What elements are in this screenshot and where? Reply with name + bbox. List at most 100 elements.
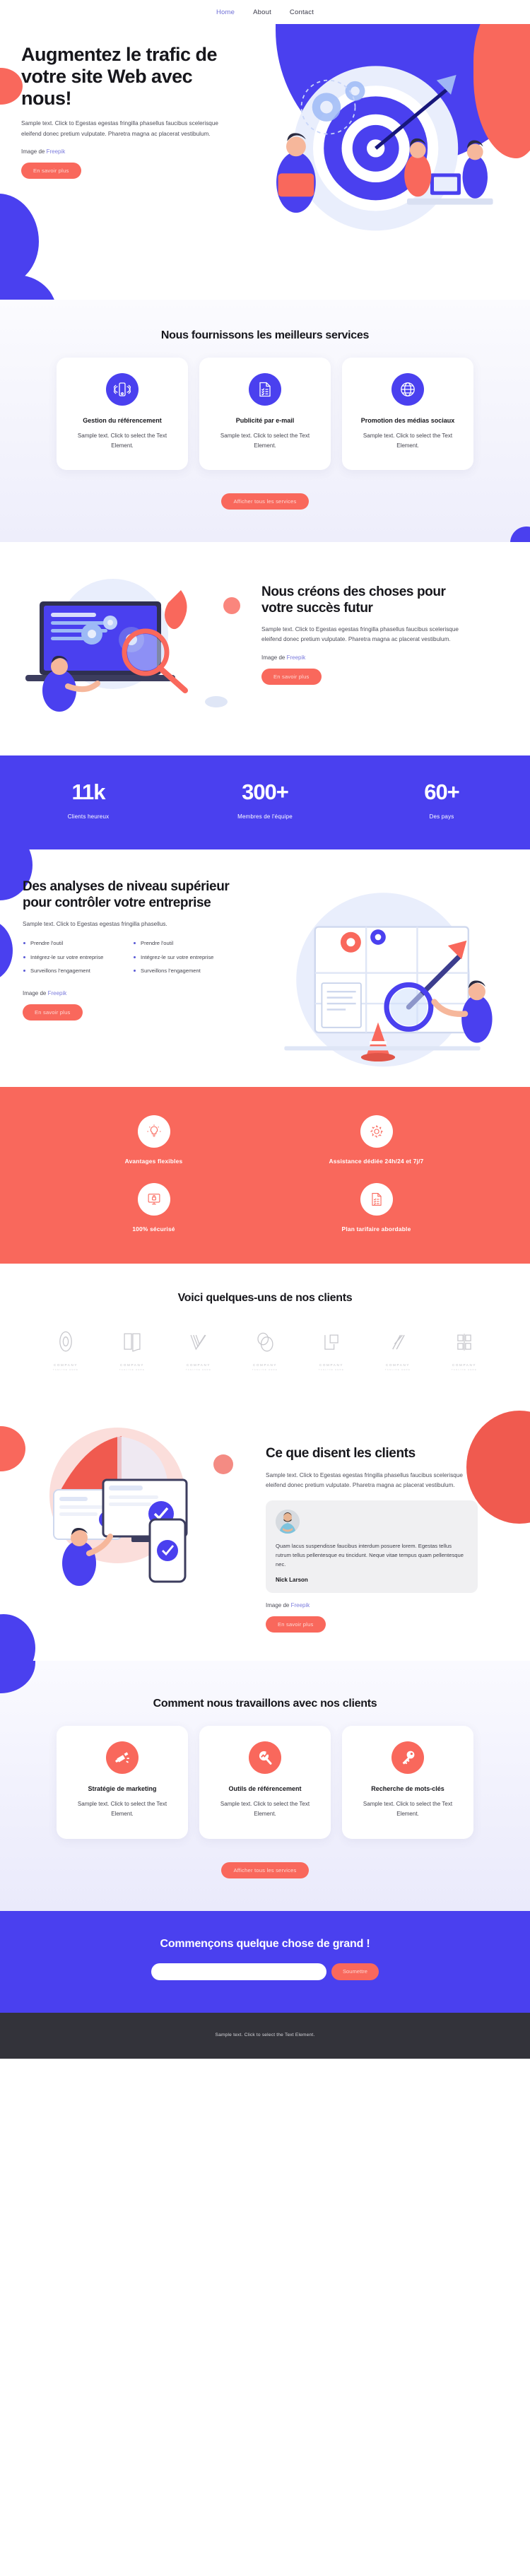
- testimonial-card: Quam lacus suspendisse faucibus interdum…: [266, 1500, 478, 1594]
- work-card-title: Stratégie de marketing: [88, 1785, 157, 1793]
- feature-label: Assistance dédiée 24h/24 et 7j/7: [329, 1158, 424, 1165]
- create-illustration: [7, 566, 261, 729]
- testimonials-credit-prefix: Image de: [266, 1602, 291, 1609]
- create-section: Nous créons des choses pour votre succès…: [0, 542, 530, 756]
- client-tagline: TAGLINE HERE: [451, 1368, 478, 1372]
- stat-item: 60+ Des pays: [353, 781, 530, 820]
- email-field[interactable]: [151, 1963, 326, 1980]
- hero-cta-button[interactable]: En savoir plus: [21, 162, 81, 179]
- client-logo: COMPANY TAGLINE HERE: [372, 1329, 423, 1371]
- analytics-title: Des analyses de niveau supérieur pour co…: [23, 879, 230, 910]
- logo-bracket-icon: [457, 1334, 471, 1351]
- service-card-title: Promotion des médias sociaux: [360, 417, 455, 424]
- submit-button[interactable]: Soumettre: [331, 1963, 379, 1980]
- client-name: COMPANY: [186, 1363, 211, 1368]
- nav-item-contact[interactable]: Contact: [290, 8, 314, 16]
- megaphone-icon: [106, 1741, 139, 1775]
- nav-item-about[interactable]: About: [253, 8, 271, 16]
- avatar-photo-icon: [276, 1510, 300, 1534]
- work-section: Comment nous travaillons avec nos client…: [0, 1661, 530, 1911]
- work-blue-blob: [0, 1661, 35, 1694]
- clients-section: Voici quelques-uns de nos clients COMPAN…: [0, 1264, 530, 1399]
- service-card-text: Sample text. Click to select the Text El…: [220, 433, 310, 449]
- avatar: [276, 1510, 300, 1534]
- service-card[interactable]: Gestion du référencement Sample text. Cl…: [57, 358, 188, 471]
- create-title: Nous créons des choses pour votre succès…: [261, 584, 446, 616]
- client-logos: COMPANY TAGLINE HERE COMPANY TAGLINE HER…: [0, 1329, 530, 1371]
- testimonials-title: Ce que disent les clients: [266, 1446, 416, 1462]
- client-tagline: TAGLINE HERE: [185, 1368, 212, 1372]
- analytics-cta-button[interactable]: En savoir plus: [23, 1004, 83, 1021]
- testimonials-credit: Image de Freepik: [266, 1602, 478, 1608]
- hero-illustration: [219, 48, 514, 231]
- stat-label: Des pays: [429, 813, 454, 821]
- features-section: Avantages flexibles Assistance dédiée 24…: [0, 1087, 530, 1264]
- hero-blue-blob-left-lower: [0, 275, 57, 300]
- client-name: COMPANY: [252, 1363, 278, 1368]
- testimonial-author: Nick Larson: [276, 1577, 308, 1584]
- analytics-paragraph: Sample text. Click to Egestas egestas fr…: [23, 921, 167, 927]
- work-card[interactable]: Recherche de mots-clés Sample text. Clic…: [342, 1726, 473, 1839]
- client-name: COMPANY: [452, 1363, 477, 1368]
- client-name: COMPANY: [385, 1363, 411, 1368]
- analytics-bullets: Prendre l'outil Intégrez-le sur votre en…: [23, 939, 233, 980]
- list-item: Prendre l'outil: [23, 939, 123, 947]
- work-show-all-services-button[interactable]: Afficher tous les services: [221, 1862, 309, 1878]
- client-logo: COMPANY TAGLINE HERE: [40, 1329, 91, 1371]
- client-name: COMPANY: [119, 1363, 145, 1368]
- hero-credit-link[interactable]: Freepik: [47, 148, 66, 155]
- analytics-illustration: [233, 879, 523, 1067]
- stats-section: 11k Clients heureux 300+ Membres de l'éq…: [0, 755, 530, 850]
- create-credit: Image de Freepik: [261, 654, 461, 661]
- testimonials-credit-link[interactable]: Freepik: [291, 1602, 310, 1608]
- list-item: Surveillons l’engagement: [23, 967, 123, 975]
- devices-checkmark-illustration: [49, 1428, 233, 1587]
- pricing-document-icon: [360, 1183, 393, 1216]
- work-card-text: Sample text. Click to select the Text El…: [77, 1801, 167, 1818]
- logo-chevron-lines-icon: [190, 1334, 206, 1351]
- client-tagline: TAGLINE HERE: [119, 1368, 146, 1372]
- hero-credit-prefix: Image de: [21, 148, 47, 155]
- show-all-services-button[interactable]: Afficher tous les services: [221, 493, 309, 510]
- feature-label: 100% sécurisé: [132, 1225, 175, 1233]
- list-item: Surveillons l’engagement: [133, 967, 233, 975]
- service-card[interactable]: Promotion des médias sociaux Sample text…: [342, 358, 473, 471]
- work-cards: Stratégie de marketing Sample text. Clic…: [0, 1726, 530, 1839]
- client-logo: COMPANY TAGLINE HERE: [439, 1329, 490, 1371]
- work-card-text: Sample text. Click to select the Text El…: [363, 1801, 453, 1818]
- main-navigation: Home About Contact: [0, 0, 530, 24]
- testimonials-copy: Ce que disent les clients Sample text. C…: [266, 1412, 478, 1633]
- features-grid: Avantages flexibles Assistance dédiée 24…: [0, 1115, 530, 1233]
- client-tagline: TAGLINE HERE: [318, 1368, 345, 1372]
- testimonials-blue-blob: [0, 1614, 35, 1662]
- feature-item: Assistance dédiée 24h/24 et 7j/7: [265, 1115, 488, 1165]
- analytics-credit-link[interactable]: Freepik: [48, 990, 67, 996]
- mobile-signal-icon: [106, 373, 139, 406]
- hero-paragraph: Sample text. Click to Egestas egestas fr…: [21, 120, 218, 137]
- analytics-credit: Image de Freepik: [23, 990, 233, 996]
- testimonial-quote: Quam lacus suspendisse faucibus interdum…: [276, 1543, 464, 1568]
- logo-double-circle-icon: [257, 1332, 273, 1352]
- stat-value: 60+: [424, 780, 460, 805]
- testimonials-illustration: [11, 1412, 266, 1603]
- nav-item-home[interactable]: Home: [216, 8, 235, 16]
- client-logo: COMPANY TAGLINE HERE: [107, 1329, 158, 1371]
- secure-monitor-lock-icon: [137, 1183, 170, 1216]
- list-item: Intégrez-le sur votre entreprise: [133, 953, 233, 961]
- hero-credit: Image de Freepik: [21, 148, 219, 155]
- cta-title: Commençons quelque chose de grand !: [160, 1937, 370, 1950]
- testimonials-paragraph: Sample text. Click to Egestas egestas fr…: [266, 1471, 463, 1488]
- analytics-bullets-left: Prendre l'outil Intégrez-le sur votre en…: [23, 939, 123, 980]
- client-logo: COMPANY TAGLINE HERE: [240, 1329, 290, 1371]
- testimonials-cta-button[interactable]: En savoir plus: [266, 1616, 326, 1633]
- footer-text: Sample text. Click to select the Text El…: [215, 2032, 315, 2037]
- service-card[interactable]: Publicité par e-mail Sample text. Click …: [199, 358, 331, 471]
- target-dartboard-illustration: [276, 66, 493, 231]
- create-credit-link[interactable]: Freepik: [287, 654, 306, 661]
- key-icon: [391, 1741, 424, 1775]
- work-card[interactable]: Outils de référencement Sample text. Cli…: [199, 1726, 331, 1839]
- work-title: Comment nous travaillons avec nos client…: [153, 1698, 377, 1710]
- work-card[interactable]: Stratégie de marketing Sample text. Clic…: [57, 1726, 188, 1839]
- dashboard-magnifier-illustration: [284, 893, 493, 1067]
- create-cta-button[interactable]: En savoir plus: [261, 668, 322, 685]
